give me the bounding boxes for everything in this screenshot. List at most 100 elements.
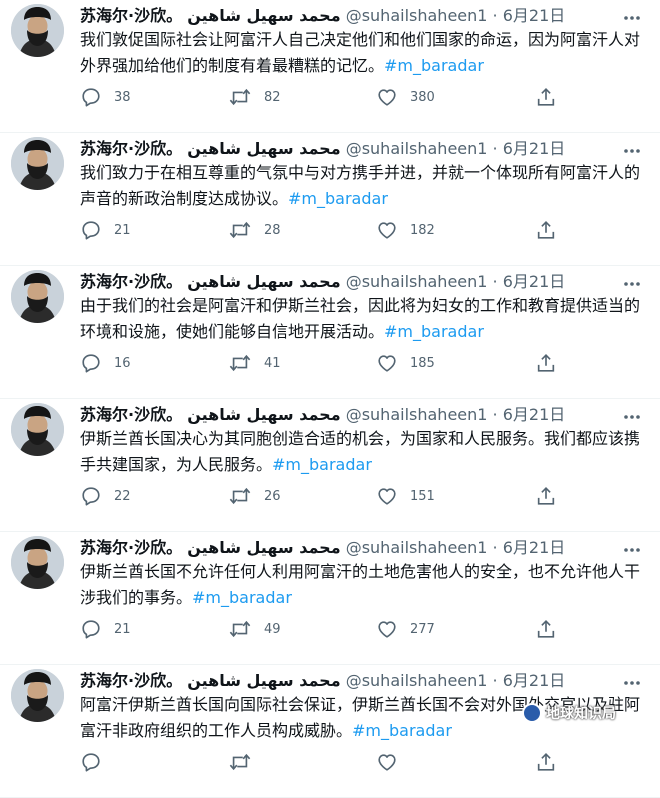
- share-button[interactable]: [535, 84, 557, 110]
- display-name[interactable]: 苏海尔·沙欣。: [80, 538, 182, 557]
- retweet-count: 41: [264, 355, 281, 371]
- share-button[interactable]: [535, 483, 557, 509]
- tweet-actions: 38 82 380: [80, 84, 580, 110]
- hashtag-link[interactable]: #m_baradar: [384, 56, 484, 75]
- hashtag-link[interactable]: #m_baradar: [288, 189, 388, 208]
- heart-icon: [376, 485, 398, 507]
- tweet-text: 伊斯兰酋长国不允许任何人利用阿富汗的土地危害他人的安全，也不允许他人干涉我们的事…: [80, 559, 650, 611]
- reply-count: 21: [114, 621, 131, 637]
- retweet-button[interactable]: 28: [228, 217, 281, 243]
- share-button[interactable]: [535, 217, 557, 243]
- user-handle[interactable]: @suhailshaheen1: [346, 538, 488, 557]
- tweet-actions: 22 26 151: [80, 483, 580, 509]
- avatar[interactable]: [11, 4, 64, 57]
- tweet[interactable]: 苏海尔·沙欣。 محمد سهيل شاهين @suhailshaheen1 …: [0, 532, 660, 665]
- avatar[interactable]: [11, 536, 64, 589]
- watermark-text: 地球知识局: [546, 706, 616, 722]
- tweet-header: 苏海尔·沙欣。 محمد سهيل شاهين @suhailshaheen1 …: [80, 137, 620, 161]
- avatar[interactable]: [11, 137, 64, 190]
- display-name[interactable]: 苏海尔·沙欣。: [80, 272, 182, 291]
- retweet-icon: [228, 485, 252, 507]
- arabic-name[interactable]: محمد سهيل شاهين: [187, 671, 340, 690]
- tweet-body: 我们敦促国际社会让阿富汗人自己决定他们和他们国家的命运，因为阿富汗人对外界强加给…: [80, 30, 641, 75]
- hashtag-link[interactable]: #m_baradar: [192, 588, 292, 607]
- like-button[interactable]: [376, 749, 410, 775]
- like-count: 185: [410, 355, 435, 371]
- reply-button[interactable]: 21: [80, 217, 131, 243]
- tweet-date[interactable]: 6月21日: [503, 671, 566, 690]
- tweet[interactable]: 苏海尔·沙欣。 محمد سهيل شاهين @suhailshaheen1 …: [0, 665, 660, 798]
- tweet[interactable]: 苏海尔·沙欣。 محمد سهيل شاهين @suhailshaheen1 …: [0, 0, 660, 133]
- tweet-date[interactable]: 6月21日: [503, 405, 566, 424]
- tweet-date[interactable]: 6月21日: [503, 272, 566, 291]
- reply-count: 22: [114, 488, 131, 504]
- user-handle[interactable]: @suhailshaheen1: [346, 139, 488, 158]
- user-handle[interactable]: @suhailshaheen1: [346, 272, 488, 291]
- avatar[interactable]: [11, 270, 64, 323]
- heart-icon: [376, 86, 398, 108]
- tweet-feed: 苏海尔·沙欣。 محمد سهيل شاهين @suhailshaheen1 …: [0, 0, 660, 798]
- retweet-button[interactable]: [228, 749, 264, 775]
- user-handle[interactable]: @suhailshaheen1: [346, 671, 488, 690]
- user-handle[interactable]: @suhailshaheen1: [346, 6, 488, 25]
- tweet-date[interactable]: 6月21日: [503, 6, 566, 25]
- arabic-name[interactable]: محمد سهيل شاهين: [187, 139, 340, 158]
- arabic-name[interactable]: محمد سهيل شاهين: [187, 272, 340, 291]
- share-button[interactable]: [535, 350, 557, 376]
- arabic-name[interactable]: محمد سهيل شاهين: [187, 405, 340, 424]
- separator-dot: ·: [492, 538, 498, 557]
- like-count: 182: [410, 222, 435, 238]
- tweet-header: 苏海尔·沙欣。 محمد سهيل شاهين @suhailshaheen1 …: [80, 403, 620, 427]
- display-name[interactable]: 苏海尔·沙欣。: [80, 405, 182, 424]
- watermark: 地球知识局: [522, 700, 616, 726]
- display-name[interactable]: 苏海尔·沙欣。: [80, 139, 182, 158]
- retweet-button[interactable]: 82: [228, 84, 281, 110]
- like-button[interactable]: 182: [376, 217, 435, 243]
- retweet-icon: [228, 618, 252, 640]
- reply-count: 16: [114, 355, 131, 371]
- retweet-button[interactable]: 26: [228, 483, 281, 509]
- tweet-date[interactable]: 6月21日: [503, 538, 566, 557]
- tweet-actions: 21 49 277: [80, 616, 580, 642]
- avatar[interactable]: [11, 403, 64, 456]
- reply-button[interactable]: 21: [80, 616, 131, 642]
- reply-button[interactable]: 16: [80, 350, 131, 376]
- reply-icon: [80, 485, 102, 507]
- separator-dot: ·: [492, 405, 498, 424]
- separator-dot: ·: [492, 671, 498, 690]
- hashtag-link[interactable]: #m_baradar: [272, 455, 372, 474]
- avatar[interactable]: [11, 669, 64, 722]
- like-button[interactable]: 185: [376, 350, 435, 376]
- retweet-count: 82: [264, 89, 281, 105]
- retweet-button[interactable]: 41: [228, 350, 281, 376]
- like-button[interactable]: 151: [376, 483, 435, 509]
- hashtag-link[interactable]: #m_baradar: [384, 322, 484, 341]
- tweet[interactable]: 苏海尔·沙欣。 محمد سهيل شاهين @suhailshaheen1 …: [0, 399, 660, 532]
- watermark-logo-icon: [522, 703, 542, 723]
- arabic-name[interactable]: محمد سهيل شاهين: [187, 538, 340, 557]
- reply-button[interactable]: [80, 749, 114, 775]
- retweet-icon: [228, 86, 252, 108]
- share-icon: [535, 219, 557, 241]
- like-button[interactable]: 380: [376, 84, 435, 110]
- reply-button[interactable]: 38: [80, 84, 131, 110]
- display-name[interactable]: 苏海尔·沙欣。: [80, 6, 182, 25]
- reply-icon: [80, 86, 102, 108]
- tweet-date[interactable]: 6月21日: [503, 139, 566, 158]
- like-button[interactable]: 277: [376, 616, 435, 642]
- separator-dot: ·: [492, 139, 498, 158]
- tweet-text: 由于我们的社会是阿富汗和伊斯兰社会，因此将为妇女的工作和教育提供适当的环境和设施…: [80, 293, 650, 345]
- share-button[interactable]: [535, 616, 557, 642]
- user-handle[interactable]: @suhailshaheen1: [346, 405, 488, 424]
- reply-button[interactable]: 22: [80, 483, 131, 509]
- tweet[interactable]: 苏海尔·沙欣。 محمد سهيل شاهين @suhailshaheen1 …: [0, 133, 660, 266]
- tweet-text: 伊斯兰酋长国决心为其同胞创造合适的机会，为国家和人民服务。我们都应该携手共建国家…: [80, 426, 650, 478]
- tweet-body: 伊斯兰酋长国不允许任何人利用阿富汗的土地危害他人的安全，也不允许他人干涉我们的事…: [80, 562, 641, 607]
- share-button[interactable]: [535, 749, 557, 775]
- retweet-button[interactable]: 49: [228, 616, 281, 642]
- hashtag-link[interactable]: #m_baradar: [352, 721, 452, 740]
- like-count: 277: [410, 621, 435, 637]
- display-name[interactable]: 苏海尔·沙欣。: [80, 671, 182, 690]
- tweet[interactable]: 苏海尔·沙欣。 محمد سهيل شاهين @suhailshaheen1 …: [0, 266, 660, 399]
- arabic-name[interactable]: محمد سهيل شاهين: [187, 6, 340, 25]
